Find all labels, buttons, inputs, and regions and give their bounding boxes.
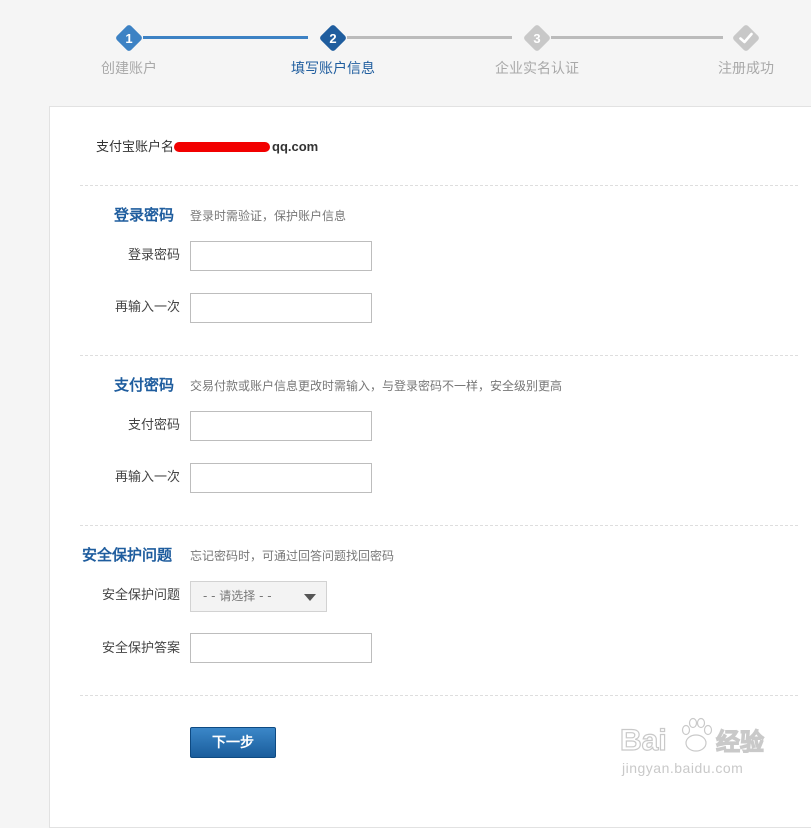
section-divider — [80, 185, 798, 186]
check-icon — [739, 32, 753, 44]
security-question-label: 安全保护问题 — [101, 588, 180, 603]
login-password-confirm-input[interactable] — [190, 293, 372, 323]
step-2-label: 填写账户信息 — [291, 61, 375, 77]
redaction-mark — [174, 141, 271, 152]
security-answer-input[interactable] — [190, 633, 372, 663]
watermark-url: jingyan.baidu.com — [622, 760, 744, 776]
next-step-button[interactable]: 下一步 — [190, 727, 276, 758]
baidu-jingyan-watermark: Bai 经验 jingyan.baidu.com — [618, 712, 768, 782]
security-section-title: 安全保护问题 — [82, 546, 173, 564]
section-divider — [80, 695, 798, 696]
security-question-selected: - - 请选择 - - — [203, 589, 272, 603]
logo-text-bai: Bai — [620, 724, 667, 757]
step-1-badge: 1 — [115, 24, 143, 52]
step-3-badge: 3 — [523, 24, 551, 52]
login-password-section-desc: 登录时需验证，保护账户信息 — [190, 209, 347, 223]
step-1-label: 创建账户 — [101, 61, 157, 77]
account-name-value: qq.com — [272, 139, 319, 154]
step-connector-1 — [143, 36, 308, 39]
caret-down-icon — [304, 594, 316, 601]
step-1-number: 1 — [125, 30, 133, 46]
step-2-badge: 2 — [319, 24, 347, 52]
pay-password-confirm-input[interactable] — [190, 463, 372, 493]
paw-icon — [681, 717, 713, 752]
pay-password-section-title: 支付密码 — [114, 376, 175, 394]
account-name-label: 支付宝账户名 — [96, 140, 175, 155]
account-name-row: 支付宝账户名 qq.com — [96, 139, 318, 156]
section-divider — [80, 525, 798, 526]
security-section-desc: 忘记密码时，可通过回答问题找回密码 — [190, 549, 395, 563]
security-question-select[interactable]: - - 请选择 - - — [190, 581, 327, 612]
step-3-number: 3 — [533, 30, 541, 46]
step-4-badge — [732, 24, 760, 52]
login-password-confirm-label: 再输入一次 — [114, 300, 180, 315]
logo-text-jingyan: 经验 — [716, 728, 764, 756]
baidu-jingyan-logo: Bai 经验 — [619, 717, 765, 758]
step-connector-3 — [551, 36, 723, 39]
pay-password-confirm-label: 再输入一次 — [114, 470, 180, 485]
step-connector-2 — [347, 36, 512, 39]
security-answer-label: 安全保护答案 — [101, 641, 180, 656]
step-4-label: 注册成功 — [718, 61, 774, 77]
login-password-label: 登录密码 — [127, 248, 180, 263]
login-password-section-title: 登录密码 — [114, 206, 175, 224]
step-2-number: 2 — [329, 30, 337, 46]
progress-stepper: 1 2 3 创建账户 填写账户信息 企业实名认证 注册成功 — [0, 0, 811, 100]
section-divider — [80, 355, 798, 356]
pay-password-section-desc: 交易付款或账户信息更改时需输入，与登录密码不一样，安全级别更高 — [190, 379, 563, 393]
login-password-input[interactable] — [190, 241, 372, 271]
step-3-label: 企业实名认证 — [495, 61, 579, 77]
pay-password-label: 支付密码 — [127, 418, 180, 433]
pay-password-input[interactable] — [190, 411, 372, 441]
